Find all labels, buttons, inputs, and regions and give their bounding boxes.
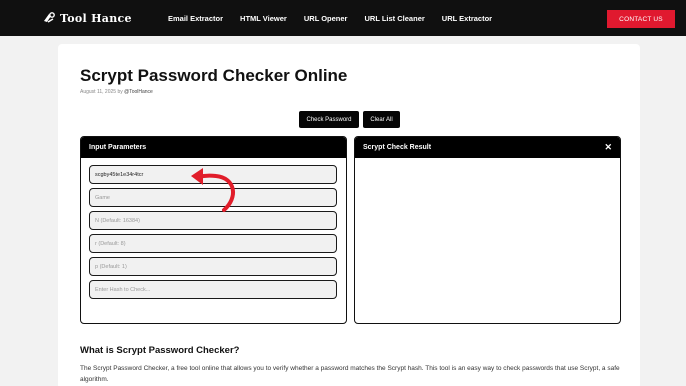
article-heading: What is Scrypt Password Checker? <box>80 345 240 356</box>
result-panel-title: Scrypt Check Result <box>363 144 432 151</box>
salt-input[interactable]: Game <box>89 188 337 207</box>
nav-link-url-opener[interactable]: URL Opener <box>304 14 348 23</box>
nav-link-url-list-cleaner[interactable]: URL List Cleaner <box>364 14 424 23</box>
hash-input[interactable]: Enter Hash to Check... <box>89 280 337 299</box>
post-author[interactable]: @ToolHance <box>124 89 153 95</box>
nav-link-url-extractor[interactable]: URL Extractor <box>442 14 492 23</box>
input-panel-title: Input Parameters <box>89 144 147 151</box>
clear-all-button[interactable]: Clear All <box>363 111 400 128</box>
n-parameter-input[interactable]: N (Default: 16384) <box>89 211 337 230</box>
nav-link-email-extractor[interactable]: Email Extractor <box>168 14 223 23</box>
result-panel-header: Scrypt Check Result ✕ <box>355 137 620 158</box>
p-parameter-input[interactable]: p (Default: 1) <box>89 257 337 276</box>
check-password-button[interactable]: Check Password <box>299 111 359 128</box>
logo-icon <box>44 12 55 23</box>
contact-us-button[interactable]: CONTACT US <box>607 10 675 28</box>
r-parameter-input[interactable]: r (Default: 8) <box>89 234 337 253</box>
logo-text: Tool Hance <box>60 11 132 25</box>
site-logo[interactable]: Tool Hance <box>42 11 132 25</box>
input-panel-header: Input Parameters <box>81 137 346 158</box>
post-date: August 11, 2025 <box>80 89 117 95</box>
top-navbar: Tool Hance Email Extractor HTML Viewer U… <box>0 0 686 36</box>
page-title: Scrypt Password Checker Online <box>80 66 348 85</box>
close-icon[interactable]: ✕ <box>604 142 612 153</box>
article-paragraph: The Scrypt Password Checker, a free tool… <box>80 365 620 383</box>
nav-link-html-viewer[interactable]: HTML Viewer <box>240 14 287 23</box>
scrypt-result-panel: Scrypt Check Result ✕ <box>354 136 621 324</box>
post-meta: August 11, 2025 by @ToolHance <box>80 89 153 95</box>
input-parameters-panel: Input Parameters scgby45te1e34r4tcr Game… <box>80 136 347 324</box>
password-input[interactable]: scgby45te1e34r4tcr <box>89 165 337 184</box>
main-nav: Email Extractor HTML Viewer URL Opener U… <box>168 14 509 23</box>
post-by: by <box>117 89 123 95</box>
